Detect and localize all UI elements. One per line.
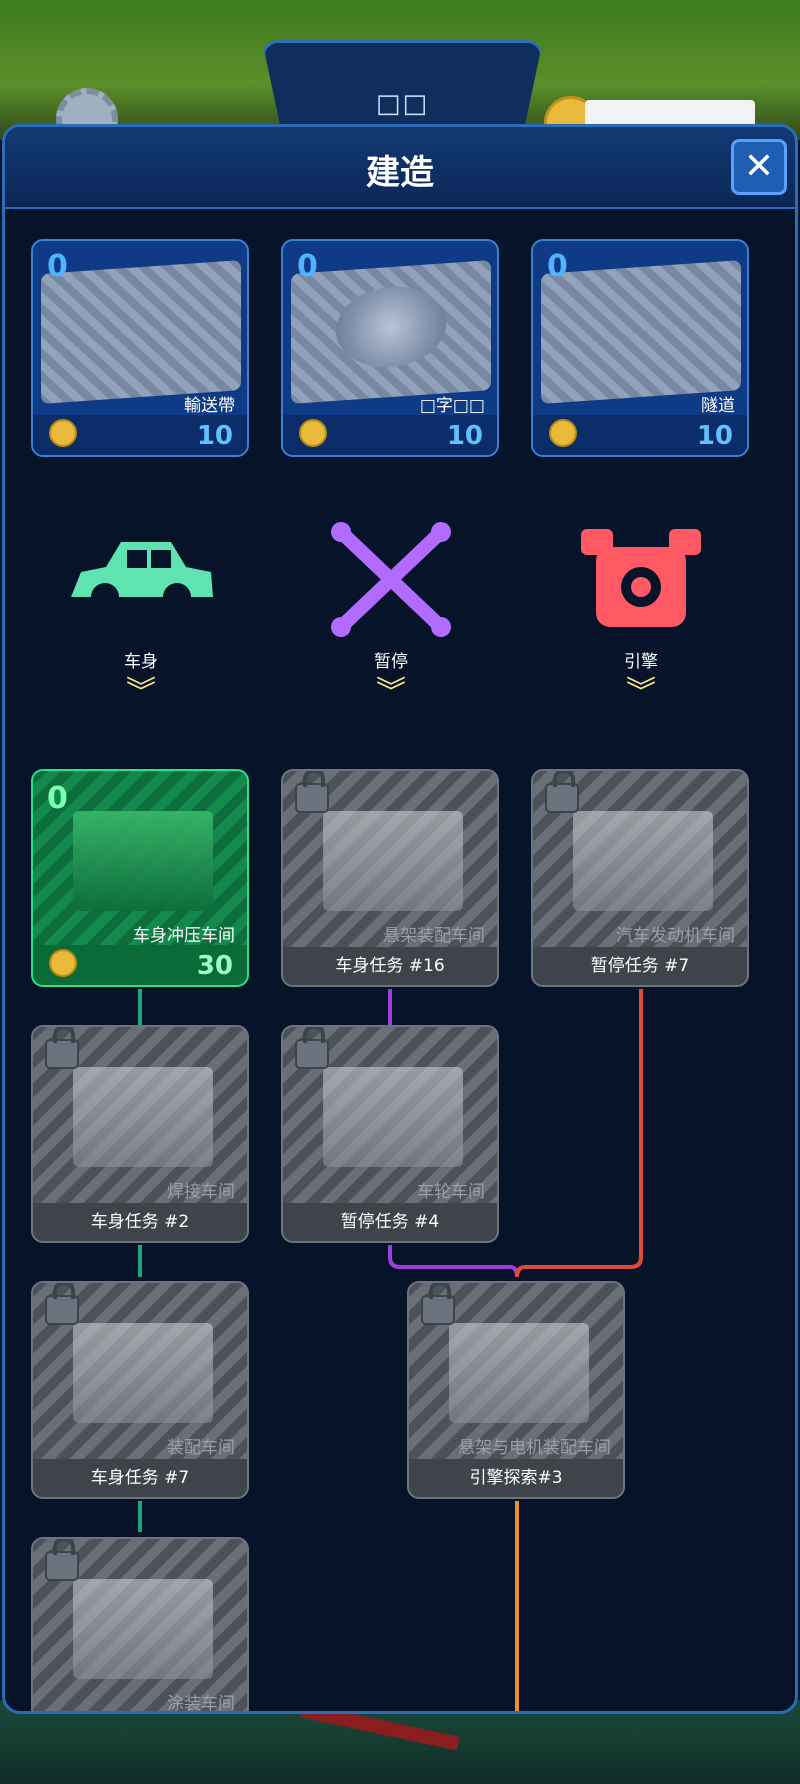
building-card-engine-workshop[interactable]: 汽车发动机车间 暂停任务 #7 — [531, 769, 749, 987]
building-price: 30 — [196, 951, 233, 981]
top-tab-title: □□ — [375, 89, 430, 119]
coin-icon — [49, 949, 77, 977]
building-name: 汽车发动机车间 — [616, 926, 735, 946]
building-card-wheel[interactable]: 车轮车间 暂停任务 #4 — [281, 1025, 499, 1243]
lock-icon — [421, 1283, 455, 1325]
lock-icon — [45, 1539, 79, 1581]
building-name: 焊接车间 — [167, 1182, 235, 1202]
build-panel: 建造 ✕ 0 輸送帶 10 0 □字□□ 10 0 隧道 10 车身 ︾ 暂停 … — [2, 124, 798, 1714]
building-requirement: 车身任务 #16 — [283, 947, 497, 985]
lock-icon — [45, 1027, 79, 1069]
lock-icon — [45, 1283, 79, 1325]
lock-icon — [295, 1027, 329, 1069]
building-card-assembly[interactable]: 装配车间 车身任务 #7 — [31, 1281, 249, 1499]
building-name: 装配车间 — [167, 1438, 235, 1458]
building-card-suspension-assembly[interactable]: 悬架装配车间 车身任务 #16 — [281, 769, 499, 987]
building-requirement: 暂停任务 #7 — [533, 947, 747, 985]
building-name: 涂装车间 — [167, 1694, 235, 1714]
building-requirement: 车身任务 #7 — [33, 1459, 247, 1497]
building-card-body-stamping[interactable]: 0 车身冲压车间 30 — [31, 769, 249, 987]
building-name: 悬架与电机装配车间 — [458, 1438, 611, 1458]
building-count: 0 — [47, 781, 68, 816]
building-requirement: 暂停任务 #4 — [283, 1203, 497, 1241]
building-name: 车轮车间 — [417, 1182, 485, 1202]
building-name: 车身冲压车间 — [133, 926, 235, 946]
lock-icon — [295, 771, 329, 813]
building-card-welding[interactable]: 焊接车间 车身任务 #2 — [31, 1025, 249, 1243]
building-card-suspension-motor-assembly[interactable]: 悬架与电机装配车间 引擎探索#3 — [407, 1281, 625, 1499]
building-requirement: 引擎探索#3 — [409, 1459, 623, 1497]
building-card-painting[interactable]: 涂装车间 — [31, 1537, 249, 1714]
lock-icon — [545, 771, 579, 813]
building-name: 悬架装配车间 — [383, 926, 485, 946]
building-requirement: 车身任务 #2 — [33, 1203, 247, 1241]
